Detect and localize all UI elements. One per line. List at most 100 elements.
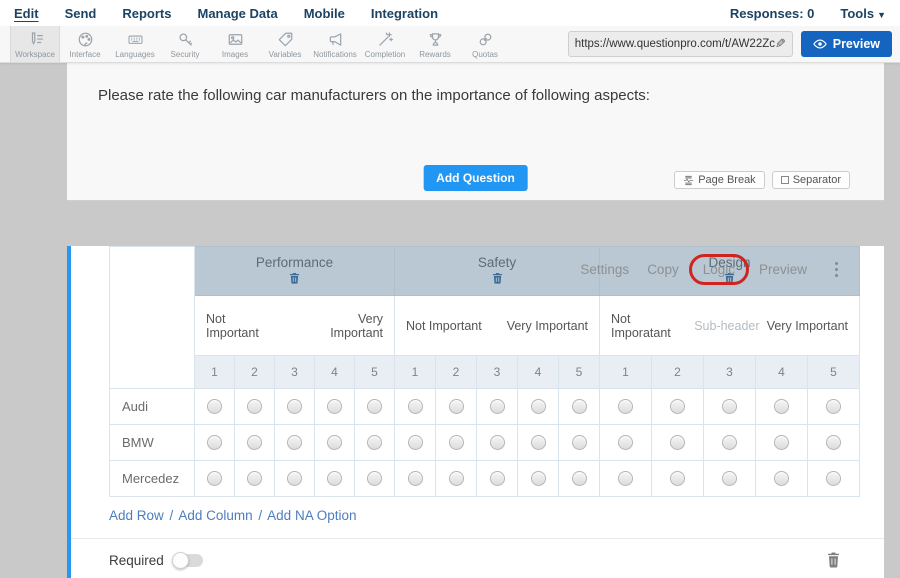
edit-toolbar: Workspace Interface Languages Security I…: [0, 26, 900, 63]
edit-url-icon[interactable]: ✎: [775, 36, 786, 52]
radio-button[interactable]: [490, 471, 505, 486]
add-question-button[interactable]: Add Question: [423, 165, 528, 191]
subheader-safety[interactable]: Not Important Very Important: [395, 296, 600, 356]
survey-url-input[interactable]: [575, 38, 775, 50]
radio-button[interactable]: [774, 435, 789, 450]
scale-cell: 3: [704, 356, 756, 389]
toolbar-item-workspace[interactable]: Workspace: [10, 26, 60, 62]
radio-button[interactable]: [490, 399, 505, 414]
toolbar-item-notifications[interactable]: Notifications: [310, 26, 360, 62]
nav-mobile[interactable]: Mobile: [304, 6, 345, 21]
radio-button[interactable]: [572, 399, 587, 414]
anchor-label-right: Very Important: [317, 312, 383, 340]
radio-button[interactable]: [826, 435, 841, 450]
radio-button[interactable]: [531, 471, 546, 486]
radio-button[interactable]: [287, 471, 302, 486]
radio-button[interactable]: [670, 435, 685, 450]
subheader-design[interactable]: Not Imporatant Sub-header Very Important: [600, 296, 860, 356]
radio-button[interactable]: [826, 399, 841, 414]
toolbar-item-variables[interactable]: Variables: [260, 26, 310, 62]
radio-button[interactable]: [287, 435, 302, 450]
preview-button[interactable]: Preview: [801, 31, 892, 57]
toolbar-label: Images: [222, 50, 248, 59]
subheader-performance[interactable]: Not Important Very Important: [195, 296, 395, 356]
toolbar-item-quotas[interactable]: Quotas: [460, 26, 510, 62]
more-options-icon[interactable]: [833, 260, 840, 279]
radio-cell: [315, 425, 355, 461]
radio-cell: [518, 425, 559, 461]
nav-integration[interactable]: Integration: [371, 6, 438, 21]
page-break-button[interactable]: Page Break: [674, 171, 764, 189]
radio-button[interactable]: [618, 435, 633, 450]
add-na-option-link[interactable]: Add NA Option: [267, 508, 356, 523]
radio-button[interactable]: [247, 399, 262, 414]
radio-button[interactable]: [367, 435, 382, 450]
required-toggle[interactable]: [173, 554, 203, 567]
radio-button[interactable]: [327, 435, 342, 450]
question-title[interactable]: Please rate the following car manufactur…: [98, 87, 650, 104]
anchor-label-right: Very Important: [507, 319, 588, 333]
radio-cell: [235, 425, 275, 461]
toolbar-item-images[interactable]: Images: [210, 26, 260, 62]
radio-button[interactable]: [207, 435, 222, 450]
radio-button[interactable]: [670, 471, 685, 486]
toolbar-item-completion[interactable]: Completion: [360, 26, 410, 62]
radio-button[interactable]: [287, 399, 302, 414]
radio-button[interactable]: [247, 435, 262, 450]
languages-icon: [126, 30, 145, 49]
toolbar-item-rewards[interactable]: Rewards: [410, 26, 460, 62]
radio-button[interactable]: [618, 471, 633, 486]
radio-button[interactable]: [449, 435, 464, 450]
radio-button[interactable]: [367, 399, 382, 414]
radio-button[interactable]: [826, 471, 841, 486]
radio-button[interactable]: [722, 471, 737, 486]
radio-button[interactable]: [531, 435, 546, 450]
radio-button[interactable]: [408, 471, 423, 486]
radio-button[interactable]: [572, 471, 587, 486]
radio-button[interactable]: [327, 471, 342, 486]
radio-button[interactable]: [531, 399, 546, 414]
toolbar-item-languages[interactable]: Languages: [110, 26, 160, 62]
nav-edit[interactable]: Edit: [14, 6, 39, 21]
radio-button[interactable]: [367, 471, 382, 486]
radio-button[interactable]: [247, 471, 262, 486]
radio-button[interactable]: [490, 435, 505, 450]
radio-button[interactable]: [670, 399, 685, 414]
radio-button[interactable]: [408, 399, 423, 414]
delete-group-icon[interactable]: [289, 272, 300, 284]
radio-button[interactable]: [408, 435, 423, 450]
separator-button[interactable]: Separator: [772, 171, 850, 189]
radio-button[interactable]: [207, 471, 222, 486]
radio-cell: [355, 461, 395, 497]
radio-button[interactable]: [449, 399, 464, 414]
nav-send[interactable]: Send: [65, 6, 97, 21]
radio-button[interactable]: [618, 399, 633, 414]
radio-button[interactable]: [572, 435, 587, 450]
radio-button[interactable]: [449, 471, 464, 486]
question-preview-button[interactable]: Preview: [759, 262, 807, 277]
nav-reports[interactable]: Reports: [122, 6, 171, 21]
add-column-link[interactable]: Add Column: [178, 508, 252, 523]
scale-cell: 5: [808, 356, 860, 389]
radio-button[interactable]: [774, 471, 789, 486]
delete-question-icon[interactable]: [827, 552, 840, 568]
radio-button[interactable]: [207, 399, 222, 414]
quotas-icon: [476, 30, 495, 49]
add-row-link[interactable]: Add Row: [109, 508, 164, 523]
toolbar-item-interface[interactable]: Interface: [60, 26, 110, 62]
toolbar-item-security[interactable]: Security: [160, 26, 210, 62]
question-settings-button[interactable]: Settings: [580, 262, 629, 277]
radio-button[interactable]: [722, 399, 737, 414]
tools-menu[interactable]: Tools▼: [840, 6, 886, 21]
question-logic-button[interactable]: Logic: [689, 254, 749, 285]
radio-cell: [559, 461, 600, 497]
radio-button[interactable]: [722, 435, 737, 450]
matrix-body: Performance Safety Design: [110, 247, 860, 497]
delete-group-icon[interactable]: [492, 272, 503, 284]
notifications-icon: [326, 30, 345, 49]
radio-button[interactable]: [327, 399, 342, 414]
radio-cell: [808, 461, 860, 497]
question-copy-button[interactable]: Copy: [647, 262, 679, 277]
nav-manage-data[interactable]: Manage Data: [197, 6, 277, 21]
radio-button[interactable]: [774, 399, 789, 414]
